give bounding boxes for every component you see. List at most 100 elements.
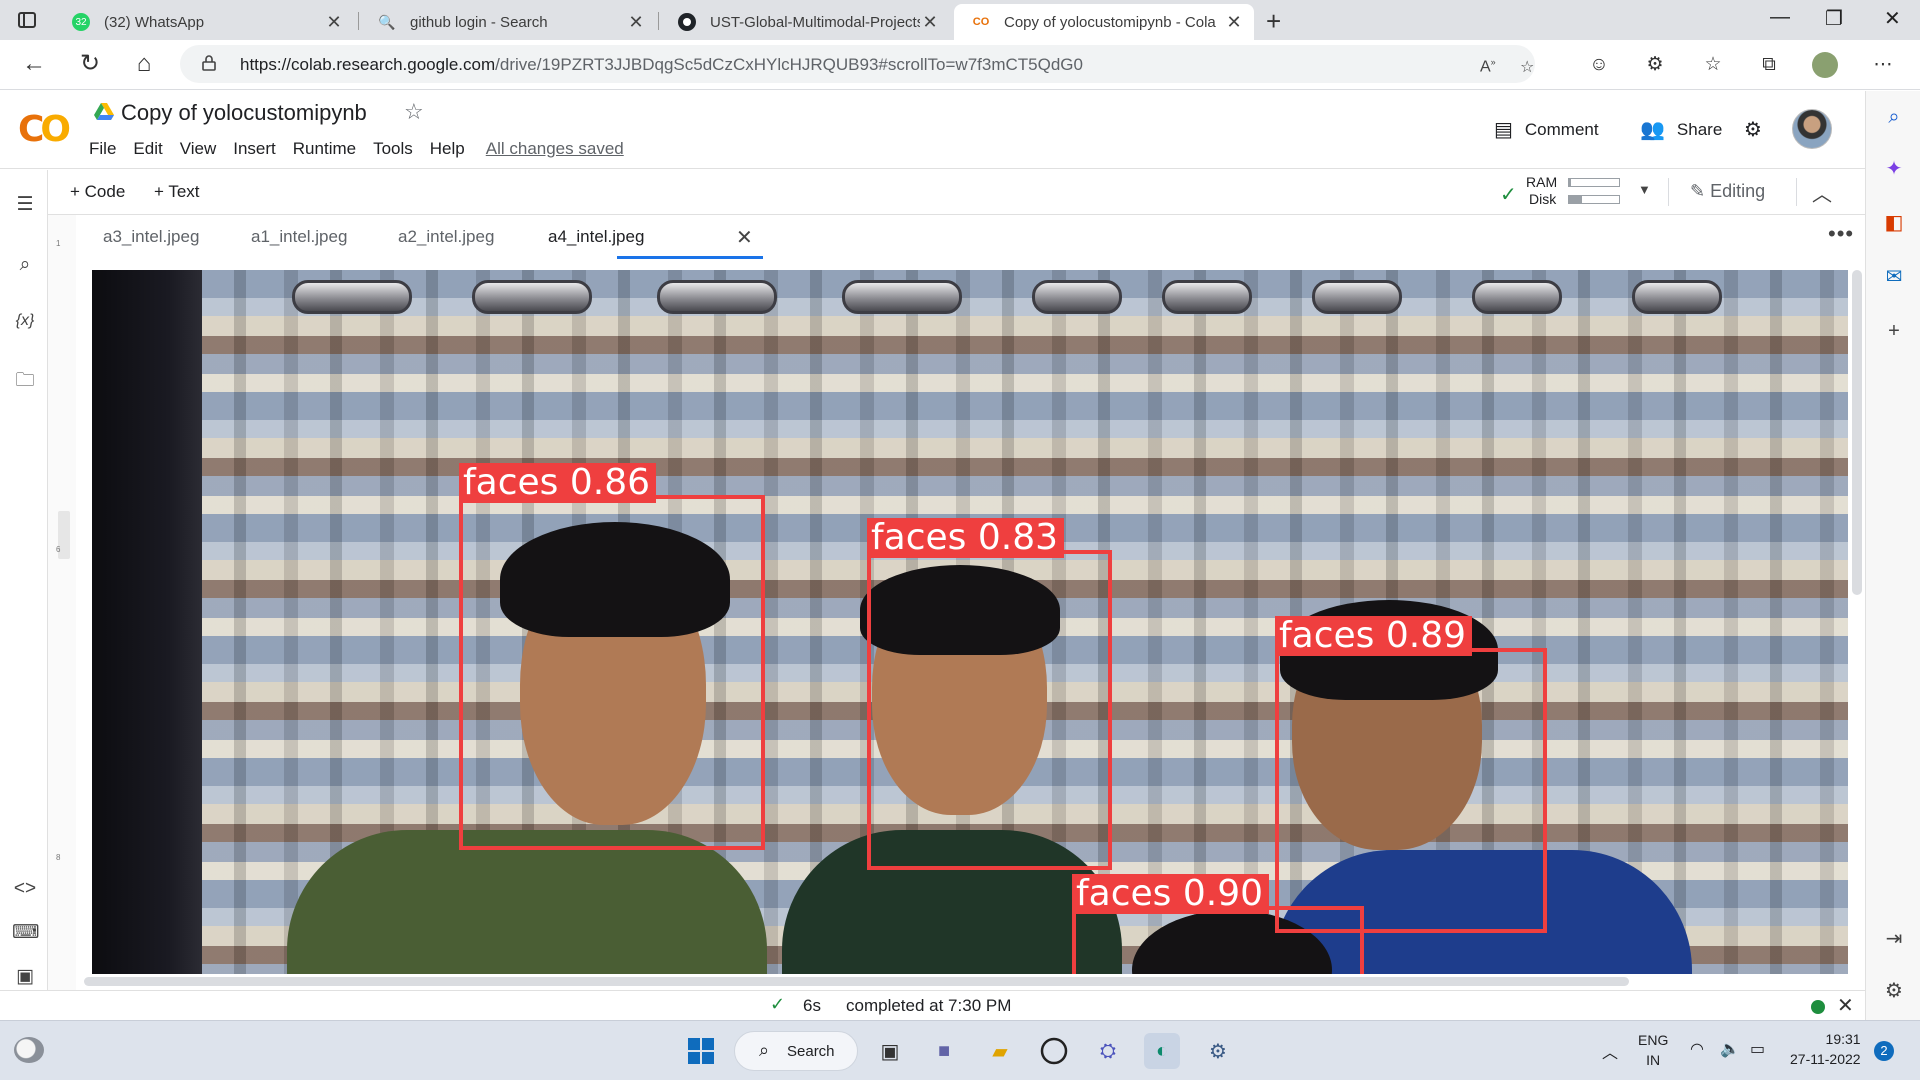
- chevron-down-icon[interactable]: ▼: [1638, 182, 1651, 197]
- search-icon[interactable]: ⌕: [12, 252, 38, 278]
- menu-file[interactable]: File: [89, 139, 116, 159]
- close-file-tab-icon[interactable]: ✕: [736, 225, 753, 250]
- file-tab-a3[interactable]: a3_intel.jpeg: [103, 227, 199, 247]
- show-hidden-icons[interactable]: ︿: [1602, 1039, 1618, 1063]
- office-icon[interactable]: ◧: [1880, 209, 1908, 237]
- collections-icon[interactable]: ⧉: [1756, 52, 1782, 78]
- face-detection-box: [1275, 648, 1547, 933]
- gear-icon[interactable]: ⚙: [1880, 977, 1908, 1005]
- menu-help[interactable]: Help: [430, 139, 465, 159]
- runtime-status-dot: [1811, 1000, 1825, 1014]
- sidebar-toggle-icon[interactable]: ⇥: [1880, 925, 1908, 953]
- file-tab-a4[interactable]: a4_intel.jpeg: [548, 227, 644, 247]
- share-button[interactable]: 👥 Share: [1640, 117, 1722, 142]
- profile-icon[interactable]: [1812, 52, 1838, 78]
- close-status-icon[interactable]: ✕: [1837, 993, 1854, 1018]
- menu-runtime[interactable]: Runtime: [293, 139, 356, 159]
- search-icon[interactable]: ⌕: [1880, 103, 1908, 131]
- horizontal-scrollbar[interactable]: [84, 977, 1629, 986]
- battery-icon[interactable]: ▭: [1750, 1039, 1765, 1059]
- add-icon[interactable]: +: [1880, 317, 1908, 345]
- edge-browser-icon[interactable]: ◐: [1144, 1033, 1180, 1069]
- browser-menu-icon[interactable]: ⋯: [1870, 52, 1896, 78]
- browser-tab-github[interactable]: UST-Global-Multimodal-Projects ✕: [660, 4, 950, 40]
- star-icon[interactable]: ☆: [404, 99, 424, 125]
- save-status[interactable]: All changes saved: [486, 139, 624, 159]
- read-aloud-icon[interactable]: A»: [1480, 57, 1496, 76]
- code-snippets-icon[interactable]: <>: [12, 876, 38, 902]
- variables-icon[interactable]: {x}: [12, 308, 38, 334]
- notification-badge[interactable]: 2: [1874, 1041, 1894, 1061]
- curtain-ring: [842, 280, 962, 314]
- curtain-ring: [1472, 280, 1562, 314]
- home-icon[interactable]: ⌂: [130, 50, 158, 78]
- execution-status: completed at 7:30 PM: [846, 996, 1012, 1015]
- browser-tab-search[interactable]: 🔍 github login - Search ✕: [360, 4, 656, 40]
- file-tab-a1[interactable]: a1_intel.jpeg: [251, 227, 347, 247]
- system-clock[interactable]: 19:31 27-11-2022: [1790, 1029, 1861, 1069]
- close-tab-icon[interactable]: ✕: [920, 12, 940, 33]
- restore-icon[interactable]: ❐: [1825, 6, 1843, 31]
- gutter-label: 1: [56, 239, 61, 248]
- weather-icon[interactable]: [14, 1037, 44, 1063]
- vertical-scrollbar[interactable]: [1852, 270, 1862, 595]
- left-sidebar: ☰ ⌕ {x} 🗀 <> ⌨ ▣: [0, 170, 48, 1020]
- account-avatar[interactable]: [1792, 109, 1832, 149]
- teams-icon[interactable]: ⛭: [1090, 1033, 1126, 1069]
- outlook-icon[interactable]: ✉: [1880, 263, 1908, 291]
- menu-view[interactable]: View: [180, 139, 217, 159]
- browser-tab-whatsapp[interactable]: 32 (32) WhatsApp ✕: [54, 4, 354, 40]
- colab-logo[interactable]: CO: [18, 109, 71, 150]
- sparkle-icon[interactable]: ✦: [1880, 155, 1908, 183]
- favorite-star-icon[interactable]: ☆: [1520, 57, 1534, 77]
- notebook-title[interactable]: Copy of yolocustomipynb: [121, 100, 367, 126]
- chat-icon[interactable]: ■: [926, 1033, 962, 1069]
- google-drive-icon[interactable]: [94, 103, 114, 121]
- editing-mode-button[interactable]: ✎ Editing: [1690, 181, 1765, 202]
- file-explorer-icon[interactable]: ▰: [982, 1033, 1018, 1069]
- more-options-icon[interactable]: •••: [1828, 221, 1854, 247]
- add-text-button[interactable]: + Text: [154, 182, 200, 202]
- browser-tab-strip: 32 (32) WhatsApp ✕ 🔍 github login - Sear…: [0, 0, 1920, 40]
- extension-avatar-icon[interactable]: ☺: [1586, 52, 1612, 78]
- file-tabs: a3_intel.jpeg a1_intel.jpeg a2_intel.jpe…: [76, 215, 1865, 259]
- settings-button[interactable]: ⚙: [1744, 117, 1774, 142]
- address-bar[interactable]: https://colab.research.google.com/drive/…: [180, 45, 1535, 83]
- gutter-label: 8: [56, 853, 61, 862]
- close-tab-icon[interactable]: ✕: [324, 12, 344, 33]
- task-view-icon[interactable]: ▣: [872, 1033, 908, 1069]
- files-folder-icon[interactable]: 🗀: [12, 368, 38, 394]
- file-tab-a2[interactable]: a2_intel.jpeg: [398, 227, 494, 247]
- tab-actions-icon[interactable]: [16, 9, 38, 31]
- command-palette-icon[interactable]: ⌨: [12, 920, 39, 946]
- minimize-icon[interactable]: —: [1770, 6, 1790, 29]
- dell-icon[interactable]: [1036, 1033, 1072, 1069]
- divider: [1796, 178, 1797, 206]
- active-tab-indicator: [617, 256, 763, 259]
- comment-button[interactable]: ▤ Comment: [1494, 117, 1599, 142]
- table-of-contents-icon[interactable]: ☰: [12, 192, 38, 218]
- volume-icon[interactable]: 🔈: [1720, 1039, 1740, 1059]
- extensions-icon[interactable]: ⚙: [1642, 52, 1668, 78]
- add-code-button[interactable]: + Code: [70, 182, 125, 202]
- start-button[interactable]: [683, 1033, 719, 1069]
- favorites-icon[interactable]: ☆: [1700, 52, 1726, 78]
- refresh-icon[interactable]: ↻: [76, 50, 104, 78]
- terminal-icon[interactable]: ▣: [12, 964, 38, 990]
- collapse-header-icon[interactable]: ︿: [1812, 178, 1832, 207]
- input-language[interactable]: ENG IN: [1638, 1030, 1668, 1070]
- new-tab-button[interactable]: +: [1266, 6, 1281, 37]
- menu-insert[interactable]: Insert: [233, 139, 276, 159]
- close-tab-icon[interactable]: ✕: [626, 12, 646, 33]
- menu-edit[interactable]: Edit: [133, 139, 162, 159]
- taskbar-search[interactable]: ⌕ Search: [734, 1031, 858, 1071]
- browser-tab-colab[interactable]: CO Copy of yolocustomipynb - Cola ✕: [954, 4, 1254, 40]
- search-icon: 🔍: [378, 13, 396, 30]
- close-tab-icon[interactable]: ✕: [1224, 12, 1244, 33]
- wifi-icon[interactable]: ◠: [1690, 1039, 1704, 1059]
- gear-icon: ⚙: [1744, 119, 1762, 141]
- settings-app-icon[interactable]: ⚙: [1200, 1033, 1236, 1069]
- menu-tools[interactable]: Tools: [373, 139, 413, 159]
- back-icon[interactable]: ←: [20, 50, 48, 78]
- close-window-icon[interactable]: ✕: [1884, 6, 1901, 31]
